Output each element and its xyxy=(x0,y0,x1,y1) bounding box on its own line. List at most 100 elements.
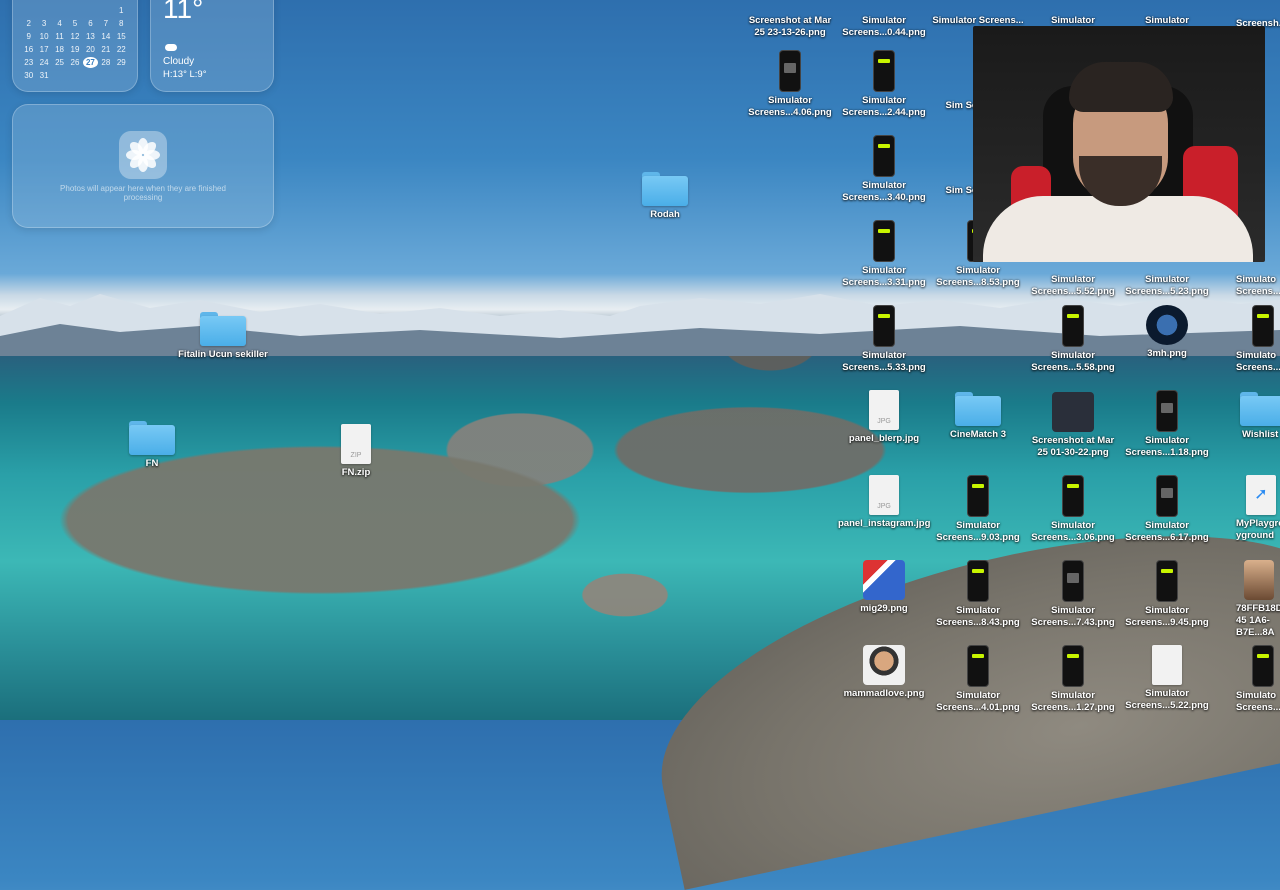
calendar-day xyxy=(67,70,82,81)
file-mig29[interactable]: mig29.png xyxy=(838,560,930,615)
image-thumbnail xyxy=(1244,560,1274,600)
file-simulator-screenshot[interactable]: Simulator Screens...5.22.png xyxy=(1121,645,1213,712)
file-simulator-screenshot[interactable]: Simulator Screens... xyxy=(932,0,1024,27)
icon-label: Screenshot at Mar 25 01-30-22.png xyxy=(1031,435,1115,458)
calendar-day: 20 xyxy=(85,45,95,54)
file-simulator-screenshot[interactable]: Simulator Screens...9.45.png xyxy=(1121,560,1213,629)
file-simulator-screenshot[interactable]: Simulator xyxy=(1121,0,1213,27)
folder-wishlist[interactable]: Wishlist xyxy=(1214,392,1280,441)
photos-app-icon xyxy=(119,131,167,179)
icon-label: mig29.png xyxy=(860,603,908,614)
file-simulator-screenshot[interactable]: Simulator Screens...5.52.png xyxy=(1027,262,1119,298)
phone-screenshot-icon xyxy=(1062,560,1084,602)
icon-label: Simulator Screens...1.18.png xyxy=(1125,435,1209,458)
calendar-day: 25 xyxy=(55,58,65,67)
phone-screenshot-icon xyxy=(1062,475,1084,517)
calendar-day xyxy=(52,70,67,81)
image-thumbnail xyxy=(863,645,905,685)
calendar-day: 18 xyxy=(55,45,65,54)
icon-label: Simulator Screens...3.06.png xyxy=(1031,520,1115,543)
file-simulator-screenshot[interactable]: Simulator Screens...7.43.png xyxy=(1027,560,1119,629)
file-simulator-screenshot[interactable]: Simulator Screens...1.18.png xyxy=(1121,390,1213,459)
file-simulator-screenshot[interactable]: Simulator Screens...5.33.png xyxy=(838,305,930,374)
jpg-file-icon: JPG xyxy=(869,390,899,430)
file-3mh[interactable]: 3mh.png xyxy=(1121,305,1213,360)
image-thumbnail xyxy=(1052,392,1094,432)
file-simulator-screenshot[interactable]: Simulator Screens...2.44.png xyxy=(838,50,930,119)
weather-condition: Cloudy xyxy=(163,56,195,67)
icon-label: panel_instagram.jpg xyxy=(838,518,931,529)
phone-screenshot-icon xyxy=(873,305,895,347)
phone-screenshot-icon xyxy=(873,50,895,92)
icon-label: Simulator Screens...5.58.png xyxy=(1031,350,1115,373)
file-simulator-screenshot[interactable]: Simulator Screens...9.03.png xyxy=(932,475,1024,544)
phone-screenshot-icon xyxy=(1062,305,1084,347)
calendar-day: 31 xyxy=(39,71,49,80)
folder-cinematch[interactable]: CineMatch 3 xyxy=(932,392,1024,441)
calendar-widget[interactable]: 1 2 3 4 5 6 7 8 9 10 11 12 13 14 15 16 17 18 19 20 21 22 23 24 2… xyxy=(12,0,138,92)
phone-screenshot-icon xyxy=(1252,305,1274,347)
calendar-day xyxy=(98,70,113,81)
file-mammadlove[interactable]: mammadlove.png xyxy=(838,645,930,700)
folder-rodah[interactable]: Rodah xyxy=(619,172,711,221)
icon-label: Simulator Screens...9.45.png xyxy=(1125,605,1209,628)
file-simulator-screenshot[interactable]: Simulator Screens...4.06.png xyxy=(744,50,836,119)
file-simulator-screenshot[interactable]: Simulator Screens...5.58.png xyxy=(1027,305,1119,374)
file-simulator-screenshot[interactable]: Simulato Screens...2.3 xyxy=(1214,262,1280,298)
photos-widget[interactable]: Photos will appear here when they are fi… xyxy=(12,104,274,228)
folder-fn[interactable]: FN xyxy=(106,421,198,470)
calendar-grid: 1 2 3 4 5 6 7 8 9 10 11 12 13 14 15 16 17 18 19 20 21 22 23 24 2… xyxy=(21,5,129,81)
calendar-day xyxy=(83,5,98,16)
icon-label: FN.zip xyxy=(341,467,371,478)
file-screenshot[interactable]: Screenshot at Mar 25 23-13-26.png xyxy=(744,0,836,39)
calendar-day: 6 xyxy=(88,19,93,28)
file-panel-blerp[interactable]: JPG panel_blerp.jpg xyxy=(838,390,930,445)
icon-label: Wishlist xyxy=(1242,429,1279,440)
icon-label: FN xyxy=(145,458,159,469)
calendar-day: 28 xyxy=(101,58,111,67)
icon-label: Simulator Screens...5.23.png xyxy=(1125,274,1209,297)
icon-label: Simulator Screens...6.17.png xyxy=(1125,520,1209,543)
icon-label: Simulator Screens...3.40.png xyxy=(842,180,926,203)
weather-temperature: 11° xyxy=(163,0,204,24)
file-myplayground[interactable]: ➚ MyPlayground yground xyxy=(1214,475,1280,542)
file-simulator-screenshot[interactable]: Simulator xyxy=(1027,0,1119,27)
icon-label: Simulator Screens...2.44.png xyxy=(842,95,926,118)
icon-label: Simulator Screens...5.22.png xyxy=(1125,688,1209,711)
file-simulator-screenshot[interactable]: Simulator Screens...0.44.png xyxy=(838,0,930,39)
folder-icon xyxy=(955,392,1001,426)
file-simulator-screenshot[interactable]: Simulator Screens...5.23.png xyxy=(1121,262,1213,298)
icon-label: Simulator Screens...7.43.png xyxy=(1031,605,1115,628)
icon-label: Simulator Screens...5.52.png xyxy=(1031,274,1115,297)
file-simulator-screenshot[interactable]: Simulator Screens...6.17.png xyxy=(1121,475,1213,544)
file-screenshot[interactable]: Screenshot at Mar 25 01-30-22.png xyxy=(1027,392,1119,459)
person-hair xyxy=(1069,62,1173,112)
folder-icon xyxy=(1240,392,1280,426)
folder-icon xyxy=(642,172,688,206)
file-panel-instagram[interactable]: JPG panel_instagram.jpg xyxy=(838,475,930,530)
icon-label: 78FFB18D-45 1A6-B7E...8A xyxy=(1236,603,1280,638)
calendar-day: 23 xyxy=(24,58,34,67)
file-simulator-screenshot[interactable]: Simulator Screens...4.01.png xyxy=(932,645,1024,714)
calendar-day: 8 xyxy=(119,19,124,28)
phone-screenshot-icon xyxy=(1062,645,1084,687)
file-simulator-screenshot[interactable]: Simulato Screens...4.3 xyxy=(1214,645,1280,714)
file-fn-zip[interactable]: ZIP FN.zip xyxy=(310,424,402,479)
phone-screenshot-icon xyxy=(967,475,989,517)
phone-screenshot-icon xyxy=(1156,560,1178,602)
calendar-day: 3 xyxy=(41,19,47,28)
file-simulator-screenshot[interactable]: Simulator Screens...3.31.png xyxy=(838,220,930,289)
icon-label: Simulator Screens...4.01.png xyxy=(936,690,1020,713)
file-simulator-screenshot[interactable]: Simulator Screens...3.06.png xyxy=(1027,475,1119,544)
phone-screenshot-icon xyxy=(967,560,989,602)
calendar-day xyxy=(98,5,113,16)
file-simulator-screenshot[interactable]: Simulator Screens...1.27.png xyxy=(1027,645,1119,714)
file-78ffb18d[interactable]: 78FFB18D-45 1A6-B7E...8A xyxy=(1214,560,1280,639)
file-simulator-screenshot[interactable]: Simulator Screens...3.40.png xyxy=(838,135,930,204)
weather-widget[interactable]: 11° Cloudy H:13° L:9° xyxy=(150,0,274,92)
file-simulator-screenshot[interactable]: Simulator Screens...8.43.png xyxy=(932,560,1024,629)
calendar-day: 14 xyxy=(101,32,111,41)
folder-fitalin-ucun-sekiller[interactable]: Fitalin Ucun sekiller xyxy=(177,312,269,361)
icon-label: CineMatch 3 xyxy=(950,429,1006,440)
file-simulator-screenshot[interactable]: Simulato Screens...0.0 xyxy=(1214,305,1280,374)
